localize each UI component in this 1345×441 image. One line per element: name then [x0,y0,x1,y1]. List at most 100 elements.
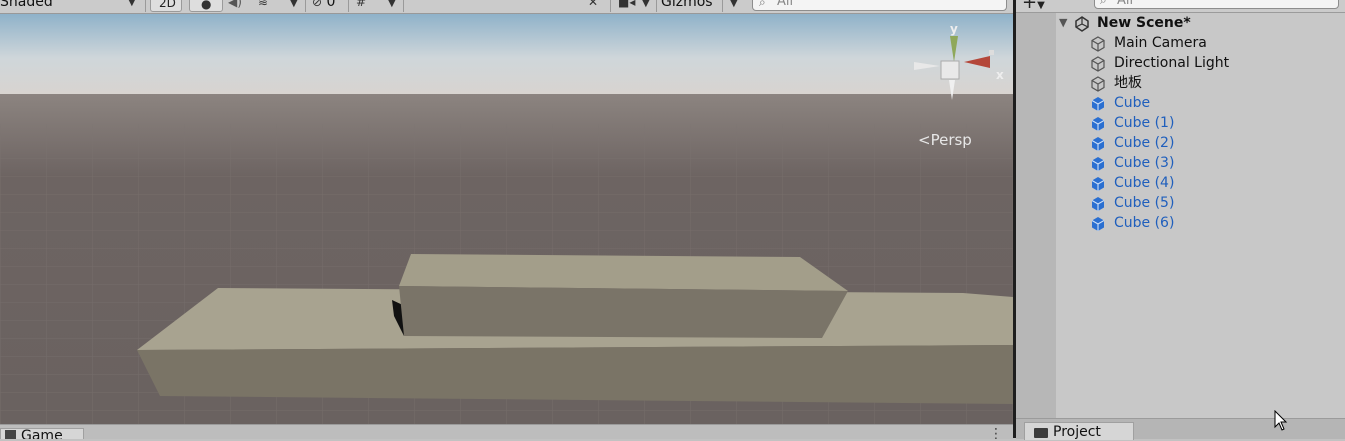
unity-scene-icon [1075,16,1089,32]
camera-settings-chevron[interactable]: ▼ [642,0,650,11]
hierarchy-item-cube-6[interactable]: Cube (6) [1090,213,1345,233]
toolbar-divider [656,0,657,12]
neg-y-axis-cone [949,80,955,100]
speaker-icon: ◀) [228,0,242,9]
hierarchy-item-floor[interactable]: 地板 [1090,73,1345,93]
toolbar-divider [305,0,306,12]
chevron-down-icon: ▼ [1037,0,1045,11]
add-object-button[interactable]: +▼ [1022,0,1045,13]
x-axis-cone [964,56,990,68]
toolbar-divider [403,0,404,12]
effects-dropdown[interactable]: ≋ [258,0,268,11]
hierarchy-item-label: Cube (4) [1114,175,1175,191]
prefab-cube-icon [1091,157,1105,171]
search-icon: ⌕ [1100,0,1107,7]
gameobject-cube-icon [1091,76,1105,92]
gizmos-button[interactable]: Gizmos [661,0,713,11]
toolbar-divider [145,0,146,12]
grid-icon: # [356,0,367,9]
expand-triangle-icon[interactable]: ▼ [1059,13,1067,33]
projection-label: Persp [930,131,972,149]
hierarchy-item-label: Cube (1) [1114,115,1175,131]
prefab-cube-icon [1091,197,1105,211]
scene-name: New Scene* [1097,15,1191,31]
tab-game[interactable]: Game [0,428,84,439]
perspective-icon: < [918,131,931,149]
lighting-toggle-button[interactable]: ● [189,0,223,12]
grid-snap-button[interactable]: # [356,0,366,11]
hierarchy-item-cube[interactable]: Cube [1090,93,1345,113]
camera-icon: ■◂ [618,0,636,9]
hierarchy-item-label: Cube (5) [1114,195,1175,211]
effects-chevron[interactable]: ▼ [290,0,298,11]
hierarchy-search-input[interactable]: ⌕ All [1094,0,1339,9]
hierarchy-item-label: Cube (2) [1114,135,1175,151]
hierarchy-item-label: Cube (6) [1114,215,1175,231]
tab-project[interactable]: Project [1024,422,1134,440]
chevron-down-icon: ▼ [128,0,136,8]
y-axis-cone [950,36,958,62]
scene-search-placeholder: All [777,0,794,9]
hierarchy-scene-root[interactable]: ▼ New Scene* [1056,13,1345,33]
hierarchy-item-cube-3[interactable]: Cube (3) [1090,153,1345,173]
2d-toggle-label: 2D [159,0,176,10]
toolbar-divider [610,0,611,12]
gameobject-cube-icon [1091,56,1105,72]
light-bulb-icon: ● [201,0,212,11]
hierarchy-item-cube-5[interactable]: Cube (5) [1090,193,1345,213]
z-axis-dot [989,50,994,55]
chevron-down-icon: ▼ [642,0,650,9]
hierarchy-item-label: 地板 [1114,75,1142,91]
folder-icon [1034,428,1048,438]
tools-button[interactable]: ✕ [588,0,598,11]
scene-visibility-toggle[interactable]: ⊘ 0 [312,0,335,11]
chevron-down-icon: ▼ [388,0,396,9]
toolbar-divider [722,0,723,12]
hierarchy-panel: +▼ ⌕ All ▼ New Scene* Main Camera Direct… [1016,0,1345,418]
scene-view[interactable]: y x <Persp [0,14,1013,424]
wrench-icon: ✕ [588,0,599,9]
prefab-cube-icon [1091,177,1105,191]
gizmos-label: Gizmos [661,0,713,10]
projection-toggle[interactable]: <Persp [918,131,972,149]
search-icon: ⌕ [759,0,766,9]
hierarchy-item-cube-1[interactable]: Cube (1) [1090,113,1345,133]
hierarchy-item-directional-light[interactable]: Directional Light [1090,53,1345,73]
more-options-icon[interactable]: ⋮ [989,426,1003,439]
shading-mode-label: Shaded [0,0,53,10]
layers-icon: ≋ [258,0,269,9]
grid-snap-chevron[interactable]: ▼ [388,0,396,11]
2d-toggle-button[interactable]: 2D [150,0,182,12]
camera-settings-button[interactable]: ■◂ [618,0,635,11]
gizmos-chevron[interactable]: ▼ [730,0,738,11]
prefab-cube-icon [1091,117,1105,131]
eye-slash-icon: ⊘ [312,0,323,9]
shading-mode-dropdown[interactable]: Shaded ▼ [0,0,136,11]
toolbar-divider [348,0,349,12]
scene-search-input[interactable]: ⌕ All [752,0,1007,11]
hierarchy-item-label: Main Camera [1114,35,1207,51]
hierarchy-toolbar: +▼ ⌕ All [1016,0,1345,13]
orientation-gizmo[interactable] [908,28,998,118]
plus-icon: + [1022,0,1038,13]
hierarchy-item-label: Cube [1114,95,1151,111]
prefab-cube-icon [1091,137,1105,151]
raised-cube-mesh [392,254,848,338]
hidden-objects-count: 0 [326,0,336,10]
axis-y-label: y [950,22,958,36]
hierarchy-search-placeholder: All [1117,0,1134,8]
hierarchy-item-main-camera[interactable]: Main Camera [1090,33,1345,53]
scene-viewport-render[interactable] [0,14,1013,424]
hierarchy-item-label: Cube (3) [1114,155,1175,171]
prefab-cube-icon [1091,97,1105,111]
gameobject-cube-icon [1091,36,1105,52]
hierarchy-item-cube-4[interactable]: Cube (4) [1090,173,1345,193]
chevron-down-icon: ▼ [730,0,738,9]
neg-x-axis-cone [914,62,940,70]
center-cube [940,60,960,80]
prefab-cube-icon [1091,217,1105,231]
hierarchy-item-cube-2[interactable]: Cube (2) [1090,133,1345,153]
hierarchy-item-label: Directional Light [1114,55,1230,71]
bottom-tab-strip: Game ⋮ [0,424,1013,439]
audio-toggle-button[interactable]: ◀) [228,0,242,11]
